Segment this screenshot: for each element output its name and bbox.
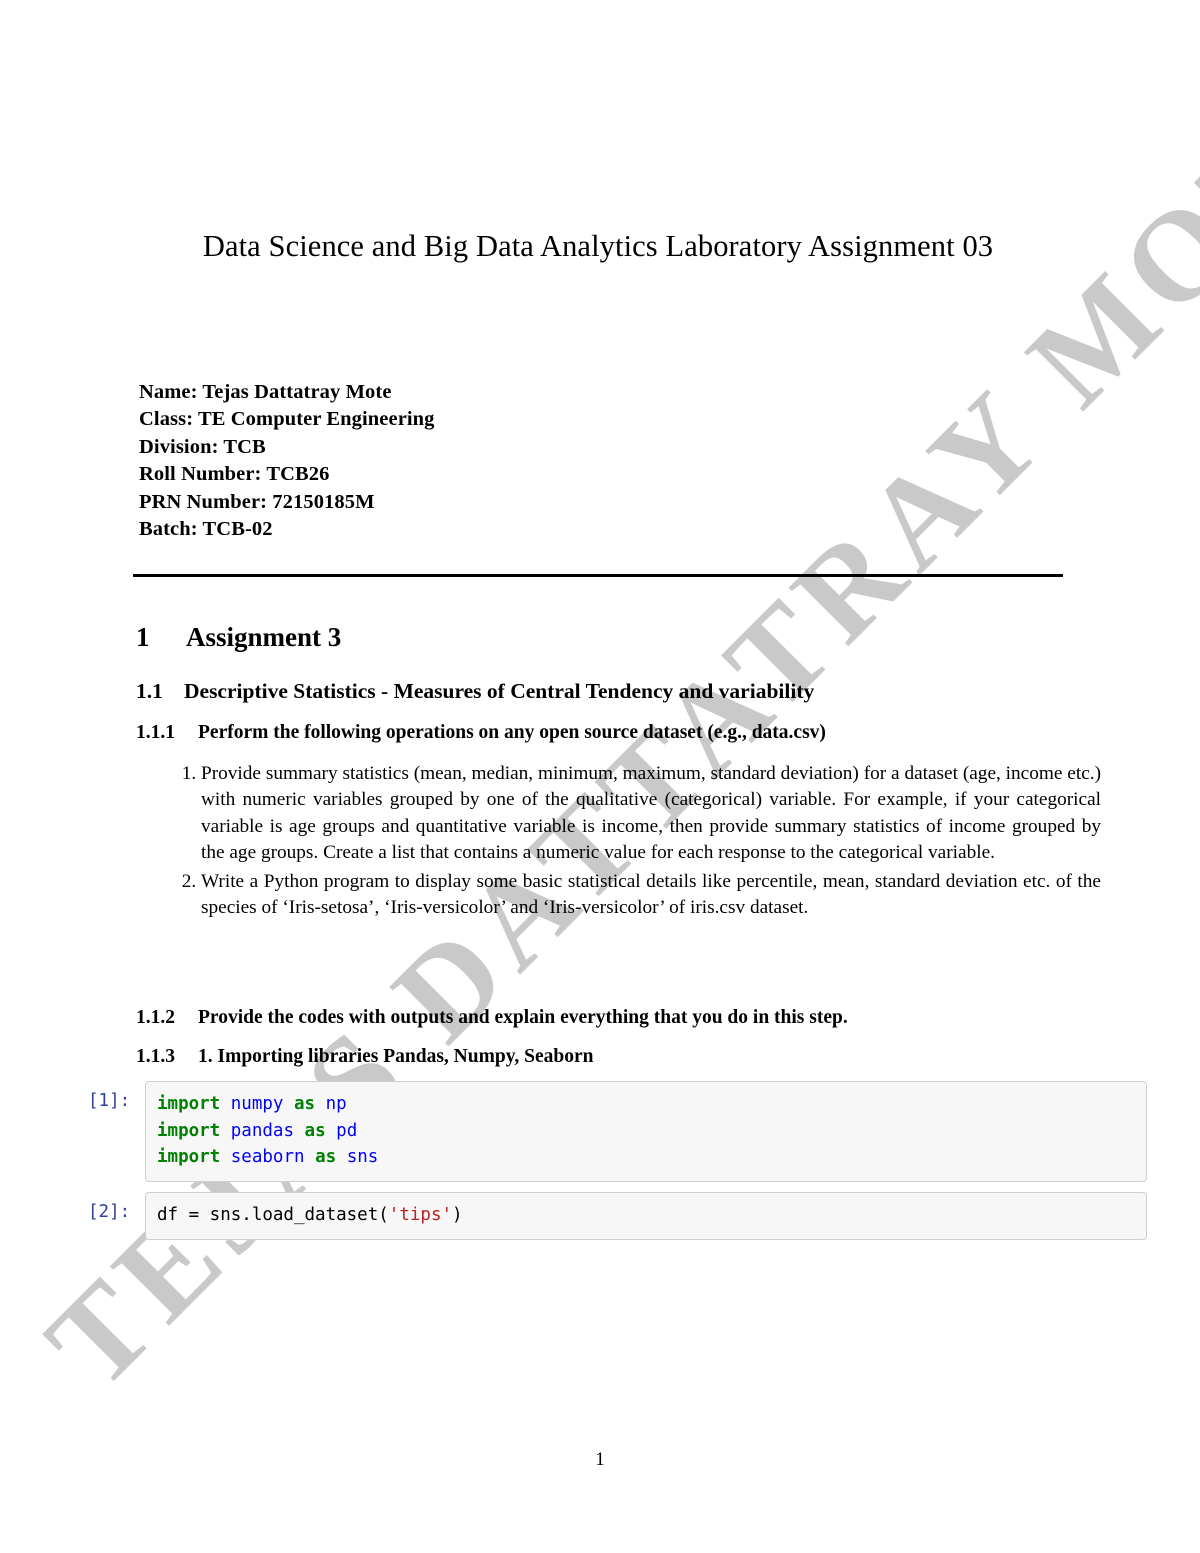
- task-list: Provide summary statistics (mean, median…: [167, 761, 1101, 925]
- code-token: numpy: [230, 1094, 284, 1114]
- code-token: ): [452, 1205, 463, 1225]
- section-title: Assignment 3: [186, 622, 342, 652]
- horizontal-divider: [133, 574, 1063, 577]
- student-division: Division: TCB: [139, 435, 266, 458]
- section-number: 1: [136, 622, 150, 652]
- cell-prompt-label: [2]:: [88, 1202, 131, 1222]
- section-number: 1.1.2: [136, 1007, 175, 1028]
- section-title: Descriptive Statistics - Measures of Cen…: [184, 679, 815, 703]
- student-name: Name: Tejas Dattatray Mote: [139, 381, 392, 403]
- code-token: 'tips': [388, 1205, 453, 1225]
- section-heading-1-1-1: 1.1.1 Perform the following operations on…: [136, 722, 826, 744]
- page-title: Data Science and Big Data Analytics Labo…: [202, 229, 994, 263]
- section-heading-1: 1 Assignment 3: [136, 622, 341, 653]
- cell-source-code[interactable]: import numpy as np import pandas as pd i…: [145, 1081, 1147, 1182]
- list-item: Provide summary statistics (mean, median…: [201, 761, 1101, 866]
- code-token: as: [304, 1120, 326, 1141]
- section-number: 1.1.3: [136, 1046, 175, 1067]
- code-token: as: [315, 1147, 337, 1167]
- student-class: Class: TE Computer Engineering: [139, 408, 435, 431]
- code-token: pandas: [230, 1120, 294, 1141]
- section-heading-1-1-3: 1.1.3 1. Importing libraries Pandas, Nump…: [136, 1046, 593, 1068]
- cell-prompt-label: [1]:: [88, 1091, 131, 1111]
- cell-source-code[interactable]: df = sns.load_dataset('tips'): [145, 1192, 1147, 1240]
- code-token: df = sns.load_dataset(: [157, 1205, 389, 1225]
- section-title: Perform the following operations on any …: [198, 722, 826, 743]
- student-prn-number: PRN Number: 72150185M: [139, 490, 375, 513]
- code-token: as: [294, 1094, 316, 1114]
- section-title: Provide the codes with outputs and expla…: [198, 1007, 848, 1028]
- section-number: 1.1.1: [136, 722, 175, 743]
- code-token: pd: [336, 1120, 358, 1141]
- document-content: Data Science and Big Data Analytics Labo…: [0, 0, 1200, 1553]
- page-number: 1: [595, 1449, 605, 1470]
- code-token: import: [157, 1094, 221, 1114]
- section-title: 1. Importing libraries Pandas, Numpy, Se…: [198, 1046, 594, 1067]
- student-roll-number: Roll Number: TCB26: [139, 463, 330, 486]
- code-token: import: [157, 1147, 221, 1167]
- section-heading-1-1-2: 1.1.2 Provide the codes with outputs and …: [136, 1007, 848, 1029]
- code-token: sns: [346, 1147, 379, 1167]
- list-item: Write a Python program to display some b…: [201, 869, 1101, 922]
- code-token: seaborn: [230, 1147, 305, 1167]
- student-info-block: Name: Tejas Dattatray Mote Class: TE Com…: [139, 379, 435, 543]
- section-number: 1.1: [136, 679, 163, 703]
- section-heading-1-1: 1.1 Descriptive Statistics - Measures of …: [136, 679, 814, 704]
- student-batch: Batch: TCB-02: [139, 518, 273, 541]
- code-token: np: [325, 1094, 347, 1114]
- document-page: TEJAS DATTATRAY MOTE Data Science and Bi…: [0, 0, 1200, 1553]
- code-token: import: [157, 1120, 221, 1141]
